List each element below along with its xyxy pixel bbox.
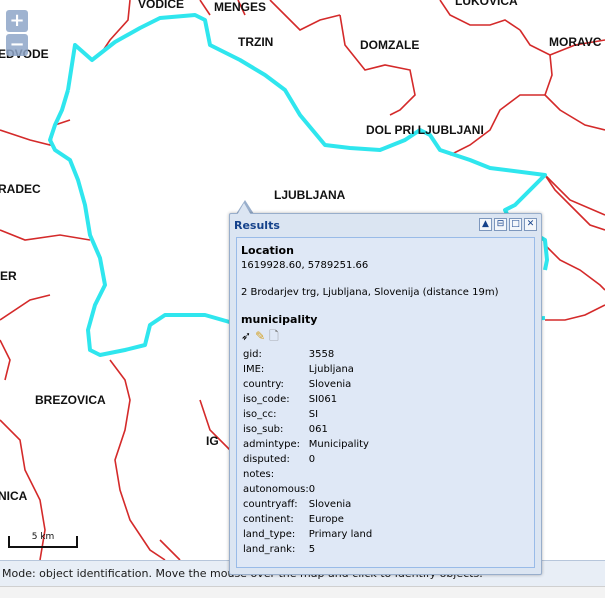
attribute-row: country: Slovenia	[243, 377, 372, 392]
popup-pointer-inner	[237, 203, 251, 215]
attribute-row: notes:	[243, 467, 372, 482]
label-brezovica: BREZOVICA	[35, 393, 106, 407]
attribute-key: disputed:	[243, 454, 290, 465]
maximize-icon[interactable]: □	[509, 218, 522, 231]
attribute-value: Slovenia	[308, 379, 352, 390]
attribute-value: Primary land	[308, 529, 373, 540]
zoom-out-button[interactable]: −	[6, 34, 28, 56]
location-heading: Location	[241, 244, 294, 257]
attribute-key: IME:	[243, 364, 265, 375]
attribute-key: country:	[243, 379, 284, 390]
popup-header[interactable]: Results ▲ ⊟ □ ✕	[230, 214, 541, 235]
attribute-key: iso_cc:	[243, 409, 277, 420]
attribute-row: admintype: Municipality	[243, 437, 372, 452]
close-icon[interactable]: ✕	[524, 218, 537, 231]
document-icon[interactable]: 🗋	[269, 329, 279, 343]
label-ljubljana: LJUBLJANA	[274, 188, 346, 202]
attribute-key: gid:	[243, 349, 262, 360]
attribute-value: Ljubljana	[308, 364, 354, 375]
layer-heading: municipality	[241, 313, 318, 326]
attribute-key: notes:	[243, 469, 275, 480]
attribute-value: 0	[308, 454, 316, 465]
attribute-row: disputed: 0	[243, 452, 372, 467]
zoom-in-button[interactable]: +	[6, 10, 28, 32]
label-dol-pri-ljubljani: DOL PRI LJUBLJANI	[366, 123, 484, 137]
attribute-row: continent: Europe	[243, 512, 372, 527]
attribute-value: 5	[308, 544, 316, 555]
attribute-row: land_rank: 5	[243, 542, 372, 557]
popup-title: Results	[234, 219, 280, 232]
bottom-strip	[0, 586, 605, 598]
attribute-value: 0	[308, 484, 316, 495]
attribute-value: 3558	[308, 349, 335, 360]
attribute-row: iso_cc: SI	[243, 407, 372, 422]
attribute-key: land_type:	[243, 529, 296, 540]
attribute-key: autonomous:	[243, 484, 309, 495]
location-coordinates: 1619928.60, 5789251.66	[241, 260, 369, 271]
attribute-key: continent:	[243, 514, 294, 525]
popup-toolbar: ▲ ⊟ □ ✕	[479, 218, 537, 231]
attribute-row: iso_code: SI061	[243, 392, 372, 407]
attribute-row: autonomous: 0	[243, 482, 372, 497]
label-nica: NICA	[0, 489, 28, 503]
attribute-key: land_rank:	[243, 544, 296, 555]
zoom-to-feature-icon[interactable]: ➶	[241, 329, 251, 343]
label-domzale: DOMZALE	[360, 38, 419, 52]
attribute-row: IME: Ljubljana	[243, 362, 372, 377]
attribute-value: Slovenia	[308, 499, 352, 510]
location-address: 2 Brodarjev trg, Ljubljana, Slovenija (d…	[241, 287, 499, 298]
label-menges: MENGES	[214, 0, 266, 14]
attribute-value: 061	[308, 424, 328, 435]
attribute-row: land_type: Primary land	[243, 527, 372, 542]
collapse-icon[interactable]: ▲	[479, 218, 492, 231]
attribute-value: Municipality	[308, 439, 369, 450]
label-ig: IG	[206, 434, 219, 448]
attribute-key: iso_sub:	[243, 424, 284, 435]
popup-body[interactable]: Location 1619928.60, 5789251.66 2 Brodar…	[236, 237, 535, 568]
label-trzin: TRZIN	[238, 35, 273, 49]
dock-icon[interactable]: ⊟	[494, 218, 507, 231]
attribute-value	[309, 467, 372, 482]
label-moravce: MORAVC	[549, 35, 602, 49]
attribute-row: gid: 3558	[243, 347, 372, 362]
attribute-value: SI061	[308, 394, 338, 405]
scale-bar: 5 km	[8, 532, 78, 548]
label-er: ER	[0, 269, 17, 283]
label-vodice: VODICE	[138, 0, 184, 11]
attribute-value: Europe	[308, 514, 344, 525]
attribute-table: gid: 3558 IME: Ljubljana country: Slovenia iso…	[243, 347, 372, 557]
edit-pencil-icon[interactable]: ✎	[255, 329, 265, 343]
attribute-row: iso_sub: 061	[243, 422, 372, 437]
attribute-row: countryaff: Slovenia	[243, 497, 372, 512]
scale-bar-label: 5 km	[31, 532, 55, 542]
results-popup[interactable]: Results ▲ ⊟ □ ✕ Location 1619928.60, 578…	[229, 203, 542, 575]
attribute-value: SI	[308, 409, 319, 420]
label-lukovica: LUKOVICA	[455, 0, 518, 8]
feature-actions: ➶ ✎ 🗋	[241, 329, 530, 343]
attribute-key: admintype:	[243, 439, 301, 450]
attribute-key: iso_code:	[243, 394, 290, 405]
label-gradec: RADEC	[0, 182, 41, 196]
attribute-key: countryaff:	[243, 499, 298, 510]
